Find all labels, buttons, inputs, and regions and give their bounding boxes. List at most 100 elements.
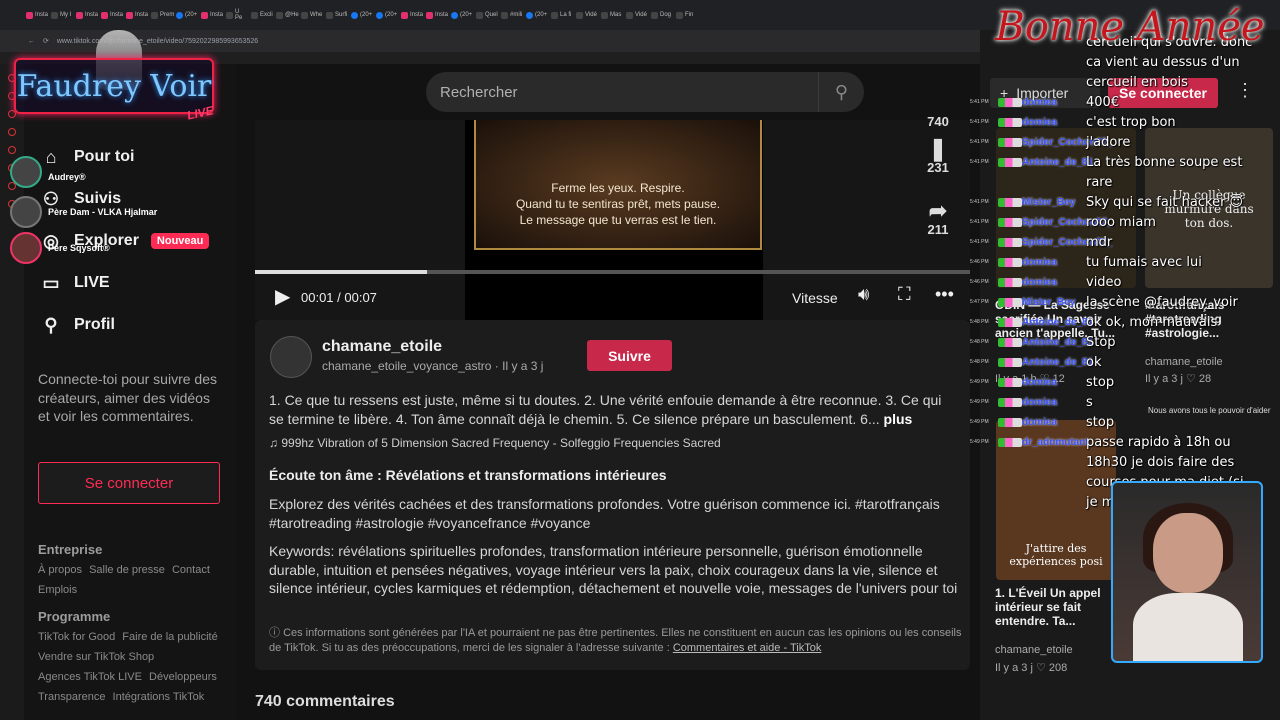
chat-badge-icon [998,198,1022,207]
play-button[interactable]: ▶ [275,284,290,309]
browser-tab[interactable]: My I [51,5,73,25]
reload-icon[interactable]: ⟳ [43,37,49,45]
browser-tab[interactable]: (20+ [376,5,398,25]
chat-badge-icon [998,378,1022,387]
chat-message: 5:41 PM Spider_Cochon87_ mdr [970,234,1270,254]
browser-tab[interactable]: La fi [551,5,573,25]
browser-tab[interactable]: (20+ [526,5,548,25]
post-text: 1. Ce que tu ressens est juste, même si … [269,392,942,427]
chat-message: cercueil en bois [970,74,1270,94]
footer-link[interactable]: TikTok for Good [38,631,115,643]
footer-link[interactable]: Contact [172,564,210,576]
music-link[interactable]: ♫ 999hz Vibration of 5 Dimension Sacred … [269,436,721,450]
tab-favicon-icon [26,11,33,19]
video-progress-bar[interactable] [255,270,970,274]
channel-avatar[interactable] [270,336,312,378]
browser-tab[interactable]: @He [276,5,299,25]
search-icon[interactable]: ⚲ [818,72,864,112]
footer-program-links: TikTok for Good Faire de la publicité Ve… [38,627,228,707]
browser-tab[interactable]: #mili [501,5,523,25]
chat-username: domiea [1022,417,1058,428]
ai-disclaimer: ⓘ Ces informations sont générées par l'I… [269,627,962,654]
chat-message: 5:41 PM domiea c'est trop bon [970,114,1270,134]
chat-message: 5:49 PM domiea stop [970,414,1270,434]
browser-tab[interactable]: Insta [76,5,98,25]
browser-tab[interactable]: Mas [601,5,623,25]
chat-time: 5:46 PM [970,279,989,285]
footer-link[interactable]: Emplois [38,584,77,596]
related-meta: Il y a 3 j ♡ 208 [995,662,1068,674]
channel-handle: chamane_etoile_voyance_astro · Il y a 3 … [322,359,544,373]
chat-badge-icon [998,278,1022,287]
browser-tab[interactable]: Insta [426,5,448,25]
chat-username: domiea [1022,377,1058,388]
login-button[interactable]: Se connecter [38,462,220,504]
chat-username: domiea [1022,117,1058,128]
back-icon[interactable]: ← [28,38,35,45]
browser-tab[interactable]: Insta [101,5,123,25]
browser-tab[interactable]: Insta [126,5,148,25]
chat-badge-icon [998,118,1022,127]
new-badge: Nouveau [150,233,210,249]
browser-tab[interactable]: Insta [201,5,223,25]
footer-link[interactable]: À propos [38,564,82,576]
chat-time: 5:49 PM [970,399,989,405]
help-link[interactable]: Commentaires et aide - TikTok [673,642,822,654]
related-title[interactable]: 1. L'Éveil Un appel intérieur se fait en… [995,586,1107,628]
url-text[interactable]: www.tiktok.com/@chamane_etoile/video/759… [57,38,258,45]
browser-tab[interactable]: Insta [26,5,48,25]
like-count: 740 [927,114,949,129]
nav-profile[interactable]: ⚲ Profil [40,310,230,340]
footer-link[interactable]: Intégrations TikTok [113,691,205,703]
browser-tab[interactable]: Insta [401,5,423,25]
chat-message: 5:46 PM domiea video [970,274,1270,294]
footer-link[interactable]: Vendre sur TikTok Shop [38,651,154,663]
browser-tab[interactable]: Prem [151,5,174,25]
browser-tab[interactable]: (20+ [351,5,373,25]
follow-button[interactable]: Suivre [587,340,672,371]
footer-link[interactable]: Faire de la publicité [122,631,217,643]
search-input[interactable]: Rechercher ⚲ [426,72,864,112]
login-prompt: Connecte-toi pour suivre des créateurs, … [38,371,217,424]
chat-text: ca vient au dessus d'un [1086,55,1240,70]
speed-button[interactable]: Vitesse [792,290,838,306]
browser-tab[interactable]: Vidé [626,5,648,25]
chat-message: 5:48 PM Antoine_de_81 ok ok, mon mauvais [970,314,1270,334]
browser-tab[interactable]: Vidé [576,5,598,25]
browser-tab[interactable]: Fin [676,5,698,25]
tab-favicon-icon [526,11,533,19]
footer-link[interactable]: Développeurs [149,671,217,683]
share-button[interactable]: ➦ 211 [922,200,954,238]
browser-tab[interactable]: Dog [651,5,673,25]
browser-tab[interactable]: Quel [476,5,498,25]
chat-message: 5:41 PM Mister_Bey Sky qui se fait hacker … [970,194,1270,214]
footer-link[interactable]: Salle de presse [89,564,165,576]
browser-tab[interactable]: (20+ [176,5,198,25]
footer-link[interactable]: Transparence [38,691,105,703]
webcam-feed [1111,481,1263,663]
stream-chat: cercueil qui s'ouvre. donc ca vient au de… [970,34,1270,510]
fullscreen-icon[interactable]: ⛶ [898,284,911,305]
browser-tab[interactable]: Whe [301,5,323,25]
volume-icon[interactable]: 🔊︎ [858,284,869,305]
footer-link[interactable]: Agences TikTok LIVE [38,671,142,683]
browser-tab[interactable]: Excli [251,5,273,25]
browser-tab[interactable]: U Pe [226,5,248,25]
stream-logo: Faudrey Voir LIVE [14,58,215,123]
browser-tab[interactable]: Surfi [326,5,348,25]
browser-tab[interactable]: (20+ [451,5,473,25]
video-time: 00:01 / 00:07 [301,290,377,305]
chat-badge-icon [998,158,1022,167]
chat-badge-icon [998,98,1022,107]
chat-time: 5:41 PM [970,139,989,145]
chat-username: Antoine_de_81 [1022,357,1094,368]
save-button[interactable]: ❚ 231 [922,138,954,176]
more-link[interactable]: plus [884,411,913,427]
chat-text: tu fumais avec lui [1086,255,1202,270]
nav-live[interactable]: ▭ LIVE [40,268,230,298]
more-icon[interactable]: ••• [935,284,954,305]
chat-badge-icon [998,258,1022,267]
chat-text: cercueil en bois [1086,75,1188,90]
address-bar[interactable]: ← ⟳ www.tiktok.com/@chamane_etoile/video… [0,30,980,52]
channel-name[interactable]: chamane_etoile [322,338,442,356]
